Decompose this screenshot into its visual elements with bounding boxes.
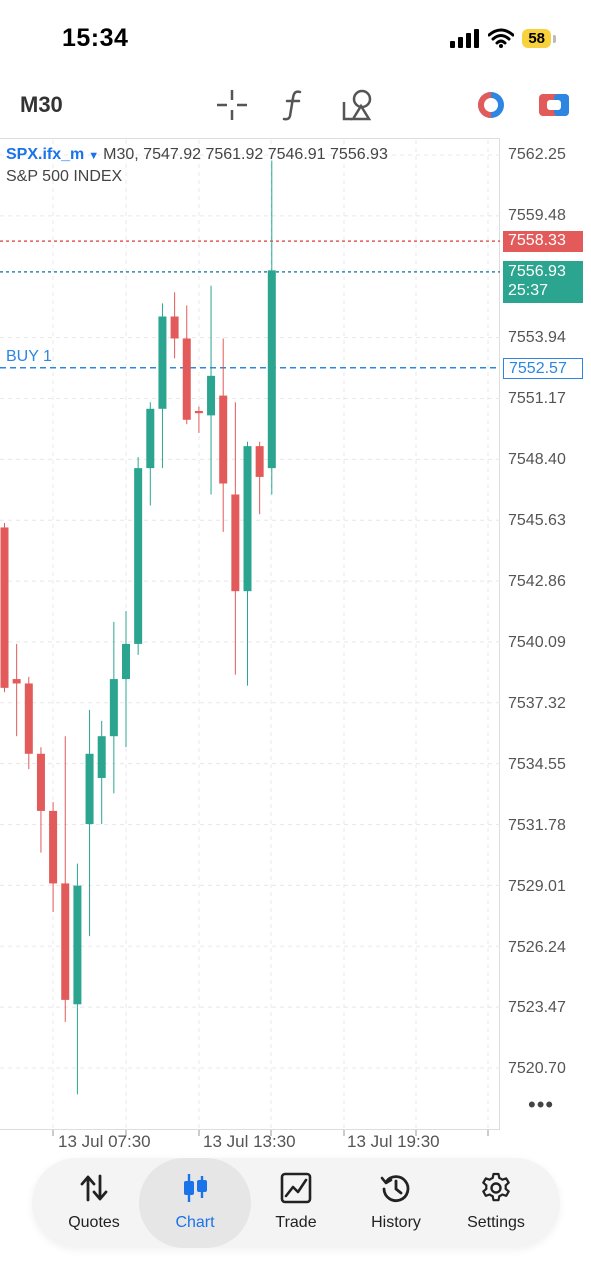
candle-body bbox=[61, 883, 70, 1000]
tab-chart-label: Chart bbox=[175, 1214, 215, 1231]
candle-body bbox=[243, 446, 252, 592]
tab-settings-label: Settings bbox=[467, 1214, 525, 1231]
symbol-description: S&P 500 INDEX bbox=[6, 168, 123, 185]
tab-quotes[interactable]: Quotes bbox=[44, 1158, 144, 1248]
chart-symbol-info: SPX.ifx_m ▼ M30, 7547.92 7561.92 7546.91 7… bbox=[6, 146, 388, 164]
candle-body bbox=[158, 316, 167, 409]
chart-icon bbox=[184, 1174, 207, 1202]
price-axis-label: 7553.94 bbox=[508, 329, 566, 346]
tab-quotes-label: Quotes bbox=[68, 1214, 120, 1231]
history-icon bbox=[380, 1175, 410, 1202]
buy-position-label[interactable]: BUY 1 bbox=[6, 348, 52, 366]
price-axis-label: 7540.09 bbox=[508, 634, 566, 651]
bid-price-tag: 7556.93 25:37 bbox=[503, 261, 583, 303]
more-icon[interactable]: ••• bbox=[528, 1092, 554, 1118]
tab-trade-label: Trade bbox=[275, 1214, 317, 1231]
candle-body bbox=[12, 679, 21, 684]
price-axis-label: 7534.55 bbox=[508, 756, 566, 773]
candle-body bbox=[0, 527, 9, 688]
candle-body bbox=[122, 643, 130, 680]
candle-body bbox=[219, 395, 228, 484]
time-axis-label: 13 Jul 07:30 bbox=[58, 1132, 151, 1151]
candle-body bbox=[182, 338, 191, 420]
tab-trade[interactable]: Trade bbox=[246, 1158, 346, 1248]
candle-body bbox=[109, 679, 118, 737]
price-axis-label: 7542.86 bbox=[508, 573, 566, 590]
price-axis-label: 7537.32 bbox=[508, 695, 566, 712]
symbol-name[interactable]: SPX.ifx_m bbox=[6, 146, 84, 163]
candle-body bbox=[146, 408, 155, 469]
price-axis-label: 7531.78 bbox=[508, 817, 566, 834]
price-axis-label: 7562.25 bbox=[508, 146, 566, 163]
quotes-icon bbox=[80, 1174, 108, 1202]
tab-settings[interactable]: Settings bbox=[446, 1158, 546, 1248]
candle-body bbox=[24, 683, 33, 754]
chevron-down-icon[interactable]: ▼ bbox=[88, 150, 99, 162]
time-axis-label: 13 Jul 19:30 bbox=[347, 1132, 440, 1151]
ask-price-tag: 7558.33 bbox=[503, 231, 583, 252]
buy-position-price-tag[interactable]: 7552.57 bbox=[503, 358, 583, 379]
price-axis-label: 7520.70 bbox=[508, 1060, 566, 1077]
candle-body bbox=[207, 375, 216, 416]
ohlc-values: M30, 7547.92 7561.92 7546.91 7556.93 bbox=[103, 146, 388, 163]
tab-chart[interactable]: Chart bbox=[139, 1158, 251, 1248]
candle-body bbox=[170, 316, 179, 339]
price-axis-label: 7559.48 bbox=[508, 207, 566, 224]
candle-body bbox=[255, 446, 264, 477]
candle-body bbox=[231, 494, 240, 592]
candle-body bbox=[73, 885, 82, 1005]
candle-body bbox=[85, 753, 94, 825]
candle-body bbox=[267, 270, 276, 469]
candle-body bbox=[194, 410, 203, 414]
bar-countdown: 25:37 bbox=[508, 282, 549, 299]
candle-body bbox=[134, 468, 143, 644]
candle-body bbox=[49, 810, 58, 884]
candle-body bbox=[36, 753, 45, 811]
time-axis-label: 13 Jul 13:30 bbox=[203, 1132, 296, 1151]
gear-icon bbox=[482, 1172, 510, 1202]
price-axis-label: 7548.40 bbox=[508, 451, 566, 468]
trade-icon bbox=[280, 1172, 312, 1204]
price-axis-label: 7545.63 bbox=[508, 512, 566, 529]
price-axis-label: 7551.17 bbox=[508, 390, 566, 407]
tab-history[interactable]: History bbox=[346, 1158, 446, 1248]
bid-price: 7556.93 bbox=[508, 263, 566, 280]
price-axis-label: 7529.01 bbox=[508, 878, 566, 895]
price-axis-label: 7526.24 bbox=[508, 939, 566, 956]
tab-history-label: History bbox=[371, 1214, 421, 1231]
bottom-tab-bar: Quotes Chart Trade History Settings bbox=[32, 1158, 560, 1248]
candle-body bbox=[97, 736, 106, 778]
price-axis-label: 7523.47 bbox=[508, 999, 566, 1016]
